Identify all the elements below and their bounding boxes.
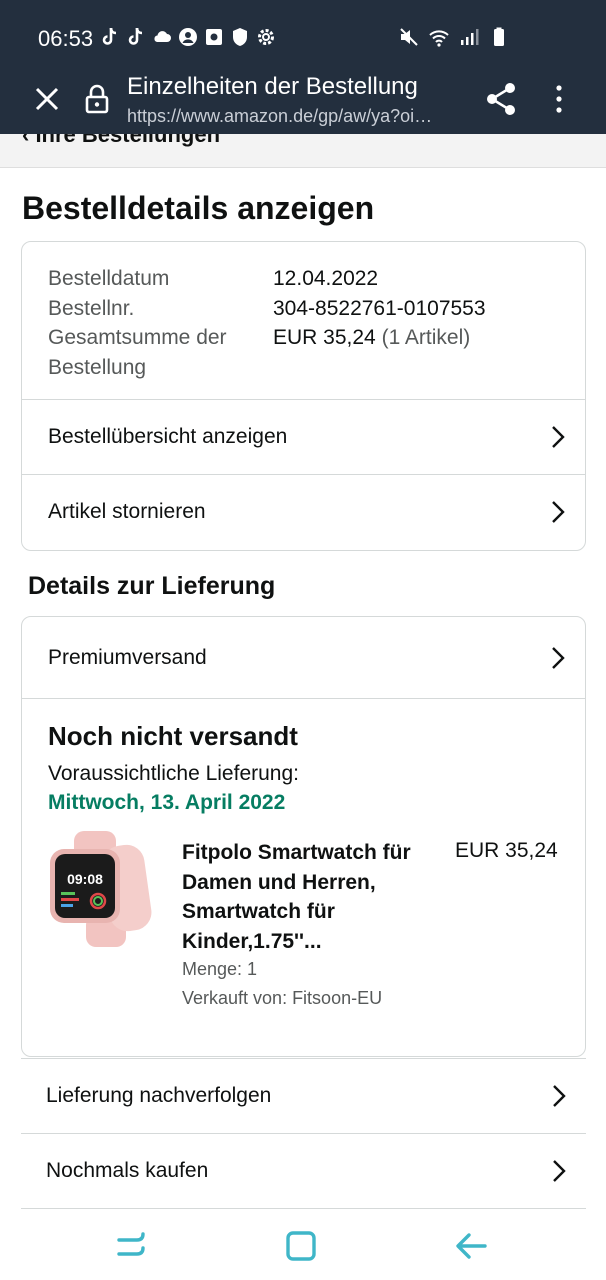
home-icon[interactable] bbox=[281, 1226, 321, 1266]
chevron-right-icon bbox=[552, 501, 565, 523]
page-title: Bestelldetails anzeigen bbox=[22, 190, 375, 226]
order-summary-link[interactable]: Bestellübersicht anzeigen bbox=[22, 399, 585, 474]
list-divider bbox=[21, 1208, 586, 1209]
tiktok-icon bbox=[128, 27, 143, 45]
order-date-value: 12.04.2022 bbox=[273, 267, 379, 290]
share-icon[interactable] bbox=[484, 81, 518, 117]
wifi-icon bbox=[429, 30, 449, 47]
chevron-right-icon bbox=[553, 1085, 566, 1107]
status-right-icons bbox=[398, 26, 510, 48]
order-number-row: Bestellnr. 304-8522761-0107553 bbox=[48, 294, 486, 324]
order-info-card: Bestelldatum 12.04.2022 Bestellnr. 304-8… bbox=[21, 241, 586, 551]
order-total-label-line1: Gesamtsumme der bbox=[48, 326, 227, 349]
settings-icon bbox=[258, 29, 274, 45]
product-seller: Verkauft von: Fitsoon-EU bbox=[182, 988, 383, 1008]
order-total-items: (1 Artikel) bbox=[381, 326, 471, 349]
account-icon bbox=[179, 28, 197, 46]
track-package-label: Lieferung nachverfolgen bbox=[46, 1084, 272, 1107]
mute-icon bbox=[400, 28, 418, 46]
product-quantity: Menge: 1 bbox=[182, 959, 258, 979]
recent-apps-icon[interactable] bbox=[112, 1226, 152, 1266]
chevron-right-icon bbox=[552, 426, 565, 448]
back-icon[interactable] bbox=[451, 1226, 491, 1266]
chevron-right-icon bbox=[553, 1160, 566, 1182]
product-price: EUR 35,24 bbox=[455, 839, 558, 862]
order-total-row: Gesamtsumme der Bestellung EUR 35,24 (1 A… bbox=[48, 323, 486, 382]
browser-url[interactable]: https://www.amazon.de/gp/aw/ya?oi… bbox=[127, 106, 462, 127]
status-time: 06:53 bbox=[38, 26, 94, 51]
order-info: Bestelldatum 12.04.2022 Bestellnr. 304-8… bbox=[48, 264, 486, 382]
order-date-row: Bestelldatum 12.04.2022 bbox=[48, 264, 486, 294]
signal-icon bbox=[461, 29, 479, 45]
tiktok-icon bbox=[102, 27, 117, 45]
cancel-items-label: Artikel stornieren bbox=[48, 500, 206, 523]
watch-face-time: 09:08 bbox=[67, 871, 103, 887]
shield-icon bbox=[233, 28, 247, 46]
breadcrumb-your-orders[interactable]: ‹ Ihre Bestellungen bbox=[22, 134, 220, 148]
browser-header: 06:53 Einzelheiten der Bestellung https:… bbox=[0, 0, 606, 134]
buy-again-link[interactable]: Nochmals kaufen bbox=[21, 1133, 586, 1208]
browser-page-title: Einzelheiten der Bestellung bbox=[127, 73, 418, 100]
breadcrumb-bar: ‹ Ihre Bestellungen bbox=[0, 134, 606, 168]
status-bar: 06:53 bbox=[0, 0, 606, 78]
cancel-items-link[interactable]: Artikel stornieren bbox=[22, 474, 585, 549]
track-package-link[interactable]: Lieferung nachverfolgen bbox=[21, 1058, 586, 1133]
cloud-icon bbox=[154, 31, 171, 42]
shipping-method-label: Premiumversand bbox=[48, 645, 207, 669]
lock-icon[interactable] bbox=[82, 82, 112, 116]
product-title[interactable]: Fitpolo Smartwatch für Damen und Herren,… bbox=[182, 838, 444, 956]
order-number-label: Bestellnr. bbox=[48, 296, 135, 320]
order-date-label: Bestelldatum bbox=[48, 267, 170, 290]
delivery-estimate-date: Mittwoch, 13. April 2022 bbox=[48, 791, 286, 814]
status-left-icons bbox=[100, 26, 276, 48]
shipment-status: Noch nicht versandt bbox=[48, 721, 298, 751]
order-summary-label: Bestellübersicht anzeigen bbox=[48, 425, 288, 448]
order-number-value: 304-8522761-0107553 bbox=[273, 296, 486, 320]
buy-again-label: Nochmals kaufen bbox=[46, 1159, 209, 1182]
product-image[interactable]: 09:08 bbox=[48, 831, 154, 947]
delivery-card: Premiumversand Noch nicht versandt Vorau… bbox=[21, 616, 586, 1057]
order-total-label-line2: Bestellung bbox=[48, 355, 147, 379]
order-total-label: Gesamtsumme der Bestellung bbox=[48, 323, 273, 382]
shipping-method-link[interactable]: Premiumversand bbox=[22, 617, 585, 699]
system-nav-bar bbox=[0, 1212, 606, 1280]
close-icon[interactable] bbox=[30, 82, 64, 116]
order-total-value: EUR 35,24 bbox=[273, 326, 376, 349]
box-icon bbox=[206, 29, 222, 45]
delivery-estimate-label: Voraussichtliche Lieferung: bbox=[48, 762, 299, 785]
more-menu-icon[interactable] bbox=[548, 83, 570, 115]
chevron-right-icon bbox=[552, 646, 565, 669]
battery-icon bbox=[494, 27, 504, 46]
order-total-value-group: EUR 35,24 (1 Artikel) bbox=[273, 323, 470, 382]
delivery-section-title: Details zur Lieferung bbox=[28, 572, 276, 600]
